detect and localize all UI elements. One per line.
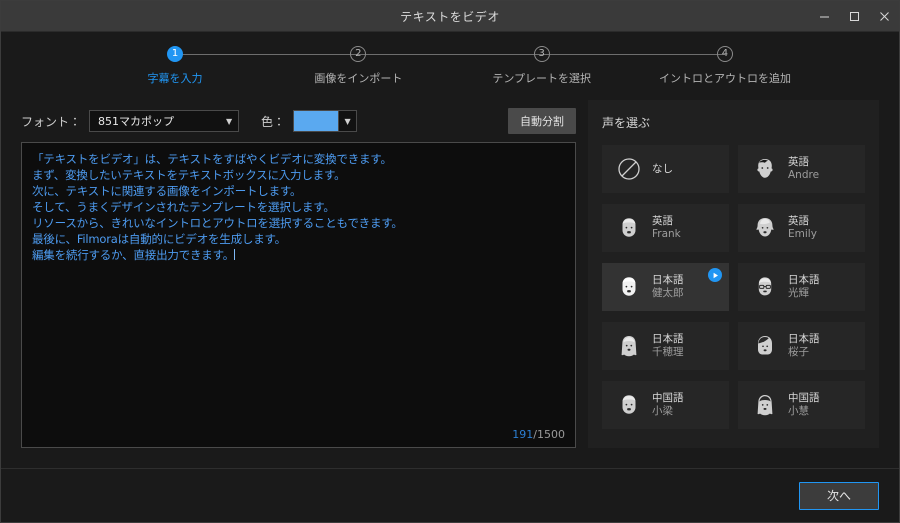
- avatar-male-icon: [616, 274, 642, 300]
- voice-labels: 中国語 小慧: [788, 392, 820, 418]
- window-controls: [809, 1, 899, 31]
- color-swatch[interactable]: [294, 111, 339, 131]
- chevron-down-icon: ▼: [220, 111, 239, 131]
- minimize-button[interactable]: [809, 1, 839, 31]
- voice-card-xiaoliang[interactable]: 中国語 小梁: [602, 381, 729, 429]
- subtitle-text-content[interactable]: 「テキストをビデオ」は、テキストをすばやくビデオに変換できます。 まず、変換した…: [22, 143, 575, 263]
- voice-card-koki[interactable]: 日本語 光輝: [738, 263, 865, 311]
- step-1-number: 1: [167, 46, 183, 62]
- step-2-label: 画像をインポート: [314, 72, 403, 85]
- voice-labels: 英語 Frank: [652, 215, 681, 241]
- chevron-down-icon[interactable]: ▼: [338, 111, 357, 131]
- play-icon[interactable]: [708, 268, 722, 282]
- voice-lang: 中国語: [652, 392, 684, 404]
- step-2-number: 2: [350, 46, 367, 62]
- voice-lang: 中国語: [788, 392, 820, 404]
- step-3-label: テンプレートを選択: [492, 72, 591, 85]
- editor-toolbar: フォント： 851マカポップ ▼ 色： ▼ 自動分割: [21, 100, 576, 142]
- voice-labels: 英語 Andre: [788, 156, 819, 182]
- step-4-label: イントロとアウトロを追加: [658, 72, 791, 85]
- subtitle-editor-pane: フォント： 851マカポップ ▼ 色： ▼ 自動分割 「テキストをビデオ」は、テ…: [21, 100, 576, 468]
- color-label: 色：: [261, 114, 286, 129]
- step-connector-1: [175, 54, 359, 55]
- none-icon: [616, 156, 642, 182]
- window-title: テキストをビデオ: [400, 9, 500, 24]
- voice-card-none[interactable]: なし: [602, 145, 729, 193]
- step-connector-2: [358, 54, 542, 55]
- character-count-max: 1500: [537, 428, 565, 441]
- voice-name: 桜子: [788, 346, 809, 358]
- avatar-male-icon: [616, 215, 642, 241]
- voice-card-chihori[interactable]: 日本語 千穂理: [602, 322, 729, 370]
- voice-lang: 日本語: [652, 274, 684, 286]
- step-1-label: 字幕を入力: [147, 72, 203, 85]
- dialog-body: フォント： 851マカポップ ▼ 色： ▼ 自動分割 「テキストをビデオ」は、テ…: [1, 100, 899, 468]
- avatar-female-icon: [752, 215, 778, 241]
- voice-lang: 日本語: [788, 333, 820, 345]
- voice-labels: 日本語 桜子: [788, 333, 820, 359]
- voice-labels: 日本語 健太郎: [652, 274, 684, 300]
- voice-selection-pane: 声を選ぶ なし 英語 Andre 英語 Frank 英語 Emily 日本語 健…: [588, 100, 879, 448]
- voice-lang: 日本語: [788, 274, 820, 286]
- voice-card-kentaro[interactable]: 日本語 健太郎: [602, 263, 729, 311]
- character-count-current: 191: [512, 428, 534, 441]
- voice-card-emily[interactable]: 英語 Emily: [738, 204, 865, 252]
- subtitle-text-value: 「テキストをビデオ」は、テキストをすばやくビデオに変換できます。 まず、変換した…: [32, 152, 403, 262]
- voice-labels: 英語 Emily: [788, 215, 817, 241]
- voice-card-xiaohui[interactable]: 中国語 小慧: [738, 381, 865, 429]
- voice-name: Emily: [788, 228, 817, 240]
- auto-split-button[interactable]: 自動分割: [508, 108, 576, 134]
- text-to-video-dialog: テキストをビデオ 1 字幕を入力 2 画像をインポート 3 テンプレートを選択 …: [0, 0, 900, 523]
- voice-labels: 日本語 千穂理: [652, 333, 684, 359]
- dialog-footer: 次へ: [1, 468, 899, 522]
- font-select-value: 851マカポップ: [98, 115, 175, 128]
- voice-lang: 英語: [788, 215, 809, 227]
- character-counter: 191/1500: [512, 428, 565, 441]
- close-button[interactable]: [869, 1, 899, 31]
- voice-name: 小慧: [788, 405, 809, 417]
- avatar-female-bob-icon: [752, 333, 778, 359]
- subtitle-textarea[interactable]: 「テキストをビデオ」は、テキストをすばやくビデオに変換できます。 まず、変換した…: [21, 142, 576, 448]
- color-select[interactable]: ▼: [293, 110, 358, 132]
- voice-name: Andre: [788, 169, 820, 181]
- voice-labels: 日本語 光輝: [788, 274, 820, 300]
- voice-name: Frank: [652, 228, 681, 240]
- voice-name: 小梁: [652, 405, 673, 417]
- voice-lang: 英語: [788, 156, 809, 168]
- text-cursor: [234, 249, 236, 260]
- font-select[interactable]: 851マカポップ ▼: [89, 110, 240, 132]
- step-4-number: 4: [716, 46, 733, 62]
- title-bar: テキストをビデオ: [1, 1, 899, 32]
- voice-panel-title: 声を選ぶ: [602, 116, 651, 130]
- step-3-number: 3: [533, 46, 550, 62]
- voice-grid: なし 英語 Andre 英語 Frank 英語 Emily 日本語 健太郎 日本…: [602, 145, 865, 429]
- avatar-male-glasses-icon: [752, 274, 778, 300]
- avatar-male-beard-icon: [752, 156, 778, 182]
- maximize-button[interactable]: [839, 1, 869, 31]
- step-connector-3: [541, 54, 725, 55]
- voice-name: 健太郎: [652, 287, 684, 299]
- voice-labels: なし: [652, 163, 673, 176]
- voice-lang: 英語: [652, 215, 673, 227]
- next-button[interactable]: 次へ: [799, 481, 879, 510]
- avatar-female-long-icon: [752, 392, 778, 418]
- voice-lang: なし: [652, 162, 673, 175]
- wizard-stepper: 1 字幕を入力 2 画像をインポート 3 テンプレートを選択 4 イントロとアウ…: [1, 32, 899, 100]
- voice-card-andre[interactable]: 英語 Andre: [738, 145, 865, 193]
- voice-labels: 中国語 小梁: [652, 392, 684, 418]
- voice-card-frank[interactable]: 英語 Frank: [602, 204, 729, 252]
- voice-name: 光輝: [788, 287, 809, 299]
- voice-card-sakurako[interactable]: 日本語 桜子: [738, 322, 865, 370]
- avatar-male-icon: [616, 392, 642, 418]
- color-group: 色： ▼: [261, 110, 358, 132]
- voice-lang: 日本語: [652, 333, 684, 345]
- font-label: フォント：: [21, 114, 82, 129]
- voice-name: 千穂理: [652, 346, 684, 358]
- avatar-female-long-icon: [616, 333, 642, 359]
